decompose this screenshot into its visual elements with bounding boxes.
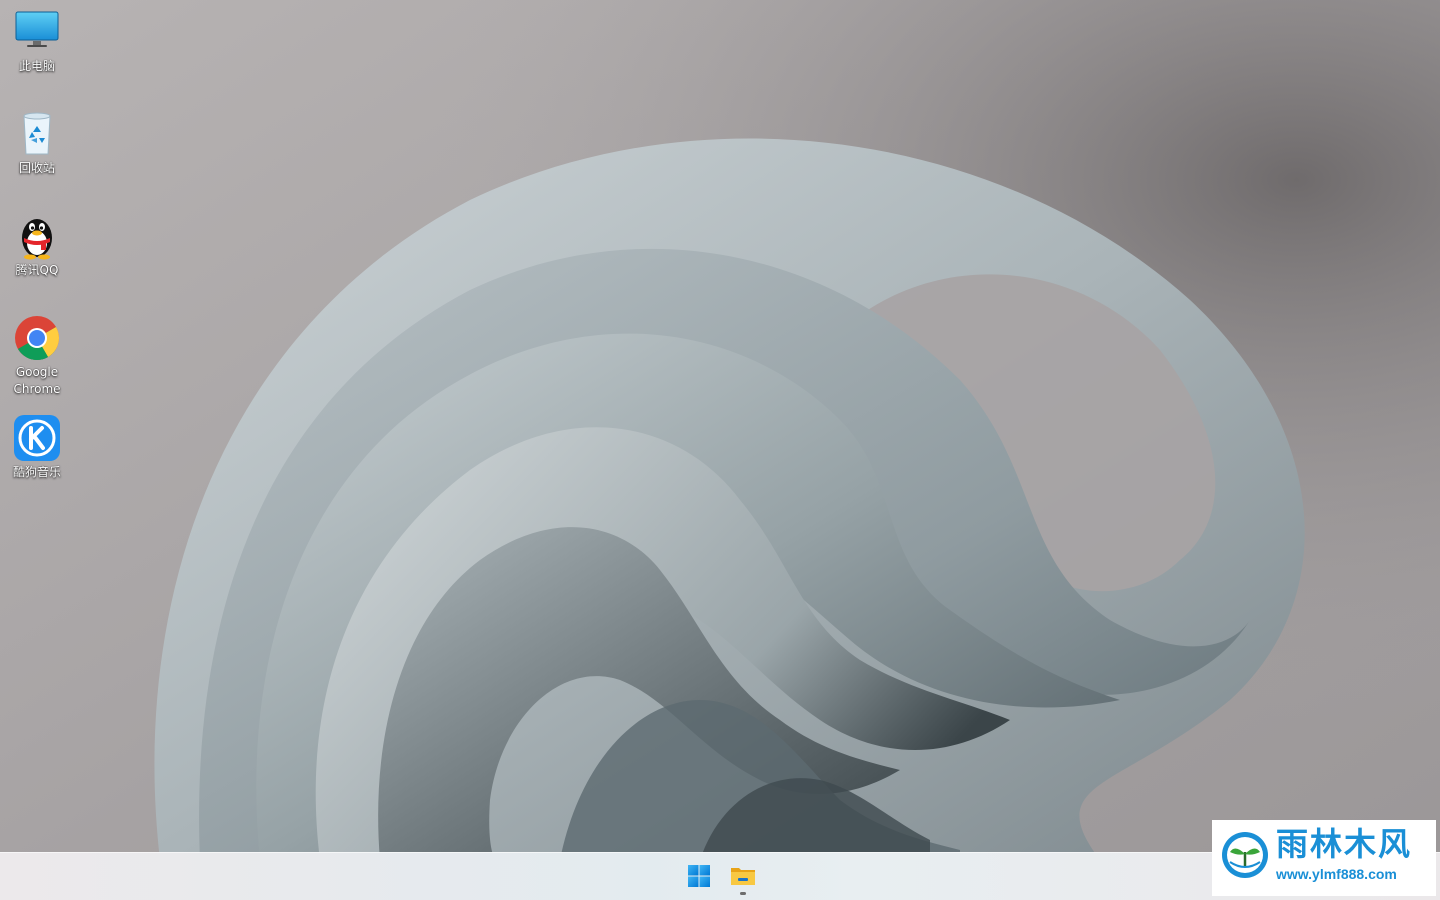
running-indicator (740, 892, 746, 895)
desktop-icon-label: 回收站 (18, 161, 55, 175)
desktop: 此电脑 回收站 腾讯QQ Google Chrome 酷狗音乐 雨林木风 www… (0, 0, 1440, 900)
ylmf-logo-icon (1220, 830, 1270, 880)
watermark-url: www.ylmf888.com (1276, 866, 1397, 882)
kugou-icon (13, 414, 61, 462)
computer-icon (13, 8, 61, 56)
desktop-icon-label: Google Chrome (13, 365, 61, 396)
desktop-icon-kugou[interactable]: 酷狗音乐 (0, 414, 74, 481)
folder-icon (730, 864, 756, 892)
watermark-title: 雨林木风 (1276, 825, 1413, 863)
wallpaper (0, 0, 1440, 900)
recycle-bin-icon (13, 110, 61, 158)
desktop-icon-recycle-bin[interactable]: 回收站 (0, 110, 74, 177)
start-button[interactable] (680, 859, 718, 897)
watermark-badge: 雨林木风 www.ylmf888.com (1212, 820, 1436, 896)
desktop-icon-label: 腾讯QQ (15, 263, 59, 277)
desktop-icon-label: 此电脑 (18, 59, 55, 73)
desktop-icon-chrome[interactable]: Google Chrome (0, 314, 74, 398)
qq-penguin-icon (13, 212, 61, 260)
desktop-icon-label: 酷狗音乐 (12, 465, 61, 479)
windows-logo-icon (687, 864, 711, 892)
desktop-icon-this-pc[interactable]: 此电脑 (0, 8, 74, 75)
chrome-icon (13, 314, 61, 362)
desktop-icon-qq[interactable]: 腾讯QQ (0, 212, 74, 279)
file-explorer-button[interactable] (724, 859, 762, 897)
